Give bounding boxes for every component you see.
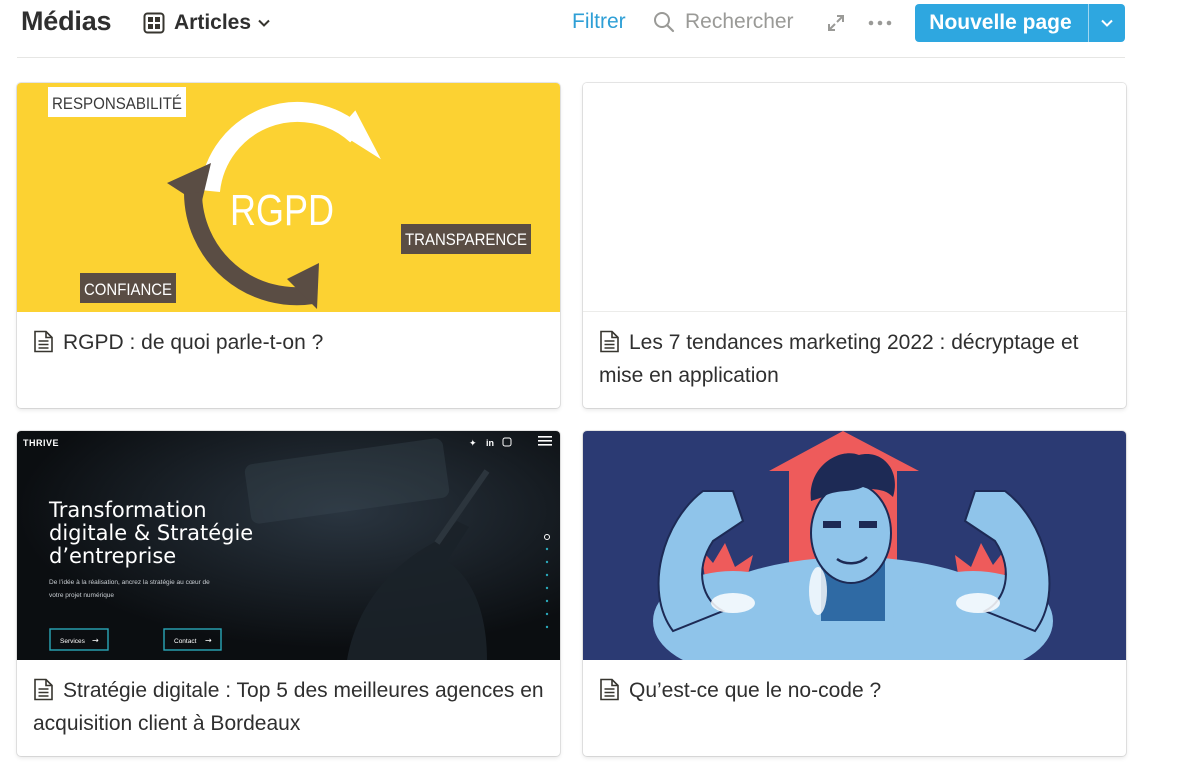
menu-icon <box>538 436 552 446</box>
card-title: Qu’est-ce que le no-code ? <box>599 674 1114 707</box>
page-title: Médias <box>21 6 112 36</box>
hero-headline-line-1: Transformation <box>48 498 207 522</box>
card-cover-image <box>583 431 1126 660</box>
search-button[interactable]: Rechercher <box>653 10 794 34</box>
label-confiance: CONFIANCE <box>84 280 172 299</box>
label-responsabilite: RESPONSABILITÉ <box>52 94 182 113</box>
gallery-card[interactable]: Qu’est-ce que le no-code ? <box>583 431 1126 756</box>
new-page-button-group: Nouvelle page <box>915 4 1125 42</box>
more-options-icon[interactable] <box>866 13 894 33</box>
search-label: Rechercher <box>685 10 794 33</box>
database-header: Médias Articles Filtrer Rechercher Nouve… <box>0 0 1178 48</box>
svg-text:→: → <box>205 636 212 645</box>
card-title: RGPD : de quoi parle-t-on ? <box>33 326 548 359</box>
hero-headline-line-2: digitale & Stratégie <box>49 521 253 545</box>
twitter-icon: ✦ <box>469 439 477 449</box>
search-icon <box>654 12 675 33</box>
label-transparence: TRANSPARENCE <box>405 230 527 249</box>
contact-button-label: Contact <box>174 638 197 645</box>
chevron-down-icon <box>257 16 271 30</box>
page-icon <box>33 678 54 701</box>
svg-text:→: → <box>92 636 99 645</box>
card-title-text: RGPD : de quoi parle-t-on ? <box>63 331 324 354</box>
hero-subtext-line-1: De l’idée à la réalisation, ancrez la st… <box>49 579 210 586</box>
card-cover-image: THRIVE ✦ in Transformation digitale & St… <box>17 431 560 660</box>
gallery-card[interactable]: THRIVE ✦ in Transformation digitale & St… <box>17 431 560 756</box>
filter-button[interactable]: Filtrer <box>572 10 626 34</box>
label-rgpd: RGPD <box>230 186 334 235</box>
expand-icon[interactable] <box>826 13 846 33</box>
new-page-button[interactable]: Nouvelle page <box>915 4 1088 42</box>
view-selector[interactable]: Articles <box>143 8 271 38</box>
hero-headline-line-3: d’entreprise <box>49 544 176 568</box>
page-icon <box>599 330 620 353</box>
gallery-card[interactable]: Les 7 tendances marketing 2022 : décrypt… <box>583 83 1126 408</box>
gallery-view-icon <box>143 12 165 34</box>
card-title-text: Stratégie digitale : Top 5 des meilleure… <box>33 679 544 735</box>
services-button-label: Services <box>60 638 86 645</box>
chevron-down-icon <box>1101 19 1113 27</box>
new-page-dropdown-button[interactable] <box>1088 4 1125 42</box>
view-name: Articles <box>174 11 252 34</box>
linkedin-icon: in <box>486 438 494 448</box>
gallery-card[interactable]: RESPONSABILITÉ RGPD TRANSPARENCE CONFIAN… <box>17 83 560 408</box>
card-cover-image <box>583 83 1126 312</box>
card-title-text: Qu’est-ce que le no-code ? <box>629 679 882 702</box>
card-title-text: Les 7 tendances marketing 2022 : décrypt… <box>599 331 1079 387</box>
card-title: Stratégie digitale : Top 5 des meilleure… <box>33 674 548 740</box>
header-divider <box>17 57 1125 58</box>
hero-subtext-line-2: votre projet numérique <box>49 592 114 599</box>
card-cover-image: RESPONSABILITÉ RGPD TRANSPARENCE CONFIAN… <box>17 83 560 312</box>
card-title: Les 7 tendances marketing 2022 : décrypt… <box>599 326 1114 392</box>
page-icon <box>33 330 54 353</box>
page-icon <box>599 678 620 701</box>
brand-logo: THRIVE <box>23 438 59 448</box>
